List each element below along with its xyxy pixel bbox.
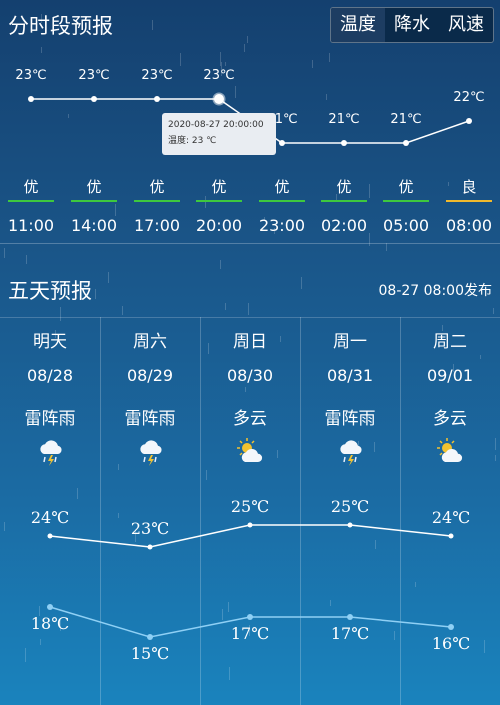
chart-tooltip: 2020-08-27 20:00:00 温度: 23 ℃ (162, 113, 276, 155)
aqi-bar (321, 200, 367, 202)
aqi-item: 优 (259, 176, 305, 202)
hourly-temp-label: 21℃ (328, 112, 359, 127)
time-label: 02:00 (320, 216, 368, 235)
hourly-temp-point[interactable] (212, 92, 226, 106)
tab-temperature[interactable]: 温度 (331, 8, 385, 42)
aqi-item: 优 (196, 176, 242, 202)
low-temp-point (147, 634, 153, 640)
low-temp-label: 18℃ (31, 614, 69, 633)
aqi-item: 优 (383, 176, 429, 202)
hourly-temp-label: 23℃ (78, 68, 109, 83)
time-label: 20:00 (195, 216, 243, 235)
aqi-bar (446, 200, 492, 202)
time-label: 14:00 (70, 216, 118, 235)
low-temp-label: 16℃ (432, 634, 470, 653)
hourly-temp-point[interactable] (341, 140, 347, 146)
low-temp-label: 17℃ (231, 624, 269, 643)
aqi-item: 良 (446, 176, 492, 202)
high-temp-label: 23℃ (131, 519, 169, 538)
aqi-item: 优 (134, 176, 180, 202)
tab-precipitation[interactable]: 降水 (385, 8, 439, 42)
hourly-temp-point[interactable] (154, 96, 160, 102)
high-temp-label: 24℃ (31, 508, 69, 527)
high-temp-label: 25℃ (231, 497, 269, 516)
time-label: 17:00 (133, 216, 181, 235)
aqi-label: 优 (336, 178, 352, 196)
aqi-label: 优 (211, 178, 227, 196)
high-temp-line (49, 524, 452, 548)
tooltip-value: 温度: 23 ℃ (168, 136, 217, 146)
high-temp-point (448, 533, 454, 539)
aqi-bar (259, 200, 305, 202)
aqi-label: 优 (86, 178, 102, 196)
hourly-temp-label: 23℃ (141, 68, 172, 83)
publish-time: 08-27 08:00发布 (378, 283, 492, 299)
low-temp-point (448, 624, 454, 630)
hourly-temp-point[interactable] (466, 118, 472, 124)
aqi-bar (134, 200, 180, 202)
five-day-forecast-title: 五天预报 (8, 279, 92, 303)
hourly-temp-point[interactable] (28, 96, 34, 102)
hourly-temp-label: 21℃ (390, 112, 421, 127)
hourly-temp-label: 22℃ (453, 90, 484, 105)
high-temp-point (347, 522, 353, 528)
aqi-row: 优优优优优优优良 (0, 176, 500, 206)
hourly-temp-point[interactable] (91, 96, 97, 102)
tooltip-datetime: 2020-08-27 20:00:00 (168, 120, 264, 130)
hourly-temp-point[interactable] (403, 140, 409, 146)
aqi-label: 良 (461, 178, 477, 196)
aqi-item: 优 (71, 176, 117, 202)
hourly-forecast-title: 分时段预报 (8, 14, 113, 38)
hourly-temp-point[interactable] (279, 140, 285, 146)
aqi-bar (71, 200, 117, 202)
aqi-label: 优 (23, 178, 39, 196)
low-temp-point (247, 614, 253, 620)
section-divider (0, 243, 500, 244)
low-temp-label: 17℃ (331, 624, 369, 643)
aqi-bar (8, 200, 54, 202)
high-temp-point (47, 533, 53, 539)
aqi-item: 优 (8, 176, 54, 202)
hourly-temp-label: 23℃ (203, 68, 234, 83)
high-temp-label: 24℃ (432, 508, 470, 527)
daily-temperature-chart: 24℃ 23℃ 25℃ 25℃ 24℃ 18℃ 15℃ 17℃ 17℃ 16℃ (31, 497, 470, 663)
time-label: 23:00 (258, 216, 306, 235)
aqi-label: 优 (274, 178, 290, 196)
aqi-bar (383, 200, 429, 202)
low-temp-label: 15℃ (131, 644, 169, 663)
low-temp-point (47, 604, 53, 610)
high-temp-point (147, 544, 153, 550)
time-label: 05:00 (382, 216, 430, 235)
aqi-label: 优 (398, 178, 414, 196)
tab-wind-speed[interactable]: 风速 (439, 8, 493, 42)
hourly-temp-label: 23℃ (15, 68, 46, 83)
high-temp-label: 25℃ (331, 497, 369, 516)
metric-tabs: 温度 降水 风速 (330, 7, 494, 43)
high-temp-point (247, 522, 253, 528)
aqi-item: 优 (321, 176, 367, 202)
low-temp-point (347, 614, 353, 620)
time-label: 08:00 (445, 216, 493, 235)
aqi-label: 优 (149, 178, 165, 196)
aqi-bar (196, 200, 242, 202)
time-label: 11:00 (7, 216, 55, 235)
